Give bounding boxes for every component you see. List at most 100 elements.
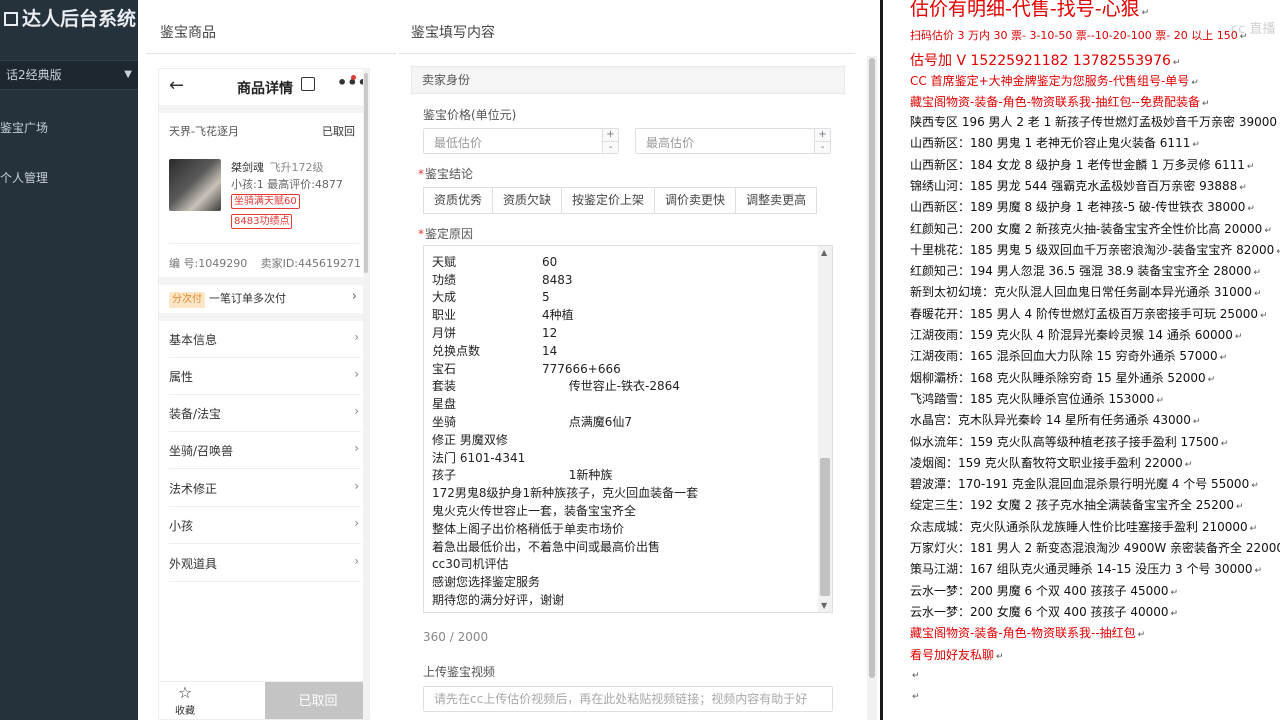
reason-line (432, 246, 816, 254)
paragraph-mark-icon: ↵ (1192, 417, 1201, 428)
minus-icon[interactable]: - (603, 141, 618, 153)
ad-line: 锦绣山河：185 男龙 544 强霸克水孟极妙音百万亲密 93888 ↵ (910, 177, 1247, 194)
min-price-stepper[interactable]: + - (602, 129, 618, 153)
share-icon[interactable] (301, 77, 315, 91)
installment-text: 一笔订单多次付 (209, 292, 286, 305)
scrollbar-thumb[interactable] (364, 73, 368, 273)
divider (159, 105, 365, 113)
close-icon[interactable]: × (242, 0, 260, 19)
reason-key: 套装 (432, 379, 457, 394)
sidebar: 达人后台系统 话2经典版 ▼ 鉴宝广场 个人管理 (0, 0, 138, 720)
ad-line: 绽定三生：192 女魔 2 孩子克水抽全满装备宝宝齐全 25200 ↵ (910, 496, 1244, 513)
ad-line: ↵ (910, 667, 920, 681)
reason-value: 法门 6101-4341 (432, 450, 526, 465)
reason-line: 整体上阁子出价格稍低于单卖市场价 (432, 521, 816, 539)
min-price-placeholder: 最低估价 (434, 136, 483, 150)
menu-item-mounts[interactable]: 坐骑/召唤兽 › (169, 432, 361, 469)
conclusion-button-sell-higher[interactable]: 调整卖更高 (735, 187, 818, 214)
reason-value: 1新种族 (542, 468, 613, 483)
reason-line: 期待您的满分好评，谢谢 (432, 592, 816, 610)
preview-scrollbar[interactable] (363, 69, 369, 719)
sidebar-item-appraisal-square[interactable]: 鉴宝广场 (0, 115, 138, 141)
conclusion-button-sell-faster[interactable]: 调价卖更快 (654, 187, 737, 214)
minus-icon[interactable]: - (815, 141, 830, 153)
max-price-input[interactable]: 最高估价 + - (635, 128, 831, 154)
paragraph-mark-icon: ↵ (1253, 268, 1261, 279)
retrieved-button[interactable]: 已取回 (265, 682, 369, 719)
reason-line: 法门 6101-4341 (432, 450, 816, 468)
plus-icon[interactable]: + (603, 129, 618, 141)
paragraph-mark-icon: ↵ (1276, 247, 1280, 257)
ad-line-text: 十里桃花：185 男鬼 5 级双回血千万亲密浪淘沙-装备宝宝齐 82000 (910, 242, 1275, 257)
paragraph-mark-icon: ↵ (1254, 289, 1262, 300)
reason-value: 整体上阁子出价格稍低于单卖市场价 (432, 521, 625, 536)
reason-line: 着急出最低价出，不着急中间或最高价出售 (432, 539, 816, 557)
reason-scrollbar[interactable]: ▲ ▼ (818, 246, 832, 612)
menu-item-appearance[interactable]: 外观道具 › (169, 545, 361, 582)
scroll-down-icon[interactable]: ▼ (821, 601, 827, 610)
conclusion-button-lacking[interactable]: 资质欠缺 (492, 187, 563, 214)
tag-merit: 8483功绩点 (231, 214, 293, 229)
reason-value: 着急出最低价出，不着急中间或最高价出售 (432, 539, 661, 554)
ad-line-text: 万家灯火：181 男人 2 新变态混浪淘沙 4900W 亲密装备齐全 22000… (910, 541, 1280, 555)
ad-line-text: 估价有明细-代售-找号-心狠 (910, 0, 1140, 20)
reason-key: 功绩 (432, 272, 457, 287)
max-price-stepper[interactable]: + - (814, 129, 830, 153)
menu-item-spell-mods[interactable]: 法术修正 › (169, 470, 361, 507)
menu-item-attributes[interactable]: 属性 › (169, 358, 361, 395)
reason-value: 60 (542, 254, 558, 269)
version-select-value: 话2经典版 (6, 68, 62, 82)
conclusion-button-list-at-price[interactable]: 按鉴定价上架 (561, 187, 656, 214)
paragraph-mark-icon: ↵ (1137, 630, 1146, 641)
conclusion-button-excellent[interactable]: 资质优秀 (423, 187, 494, 214)
seller-id: 卖家ID:445619271 (260, 257, 361, 270)
version-select[interactable]: 话2经典版 ▼ (0, 60, 138, 90)
paragraph-mark-icon: ↵ (912, 670, 920, 681)
chevron-right-icon: › (354, 554, 359, 568)
scrollbar-thumb[interactable] (820, 458, 830, 596)
ad-line-text: 水晶宫：克木队异光秦岭 14 星所有任务通杀 43000 (910, 413, 1191, 428)
reason-label: *鉴定原因 (418, 227, 474, 241)
reason-line: 孩子 1新种族 (432, 467, 816, 485)
chevron-right-icon: › (354, 479, 359, 493)
chevron-right-icon: › (354, 441, 359, 455)
sidebar-item-personal[interactable]: 个人管理 (0, 165, 138, 191)
reason-textarea[interactable]: 天赋 60 功绩 8483 大成 5 职业 4种植 月饼 12 兑换点数 14 宝石 777666+666… (423, 245, 833, 613)
form-scrollbar[interactable] (867, 56, 877, 720)
reason-line: 功绩 8483 (432, 272, 816, 290)
reason-value: 传世容止-铁衣-2864 (542, 379, 680, 394)
plus-icon[interactable]: + (815, 129, 830, 141)
scroll-up-icon[interactable]: ▲ (821, 248, 827, 257)
reason-value: 5 (542, 290, 550, 305)
ad-line: 藏宝阁物资-装备-角色-物资联系我-抽红包--免费配装备 ↵ (910, 93, 1210, 110)
brand-logo: 达人后台系统 (0, 4, 138, 38)
chevron-right-icon: › (351, 289, 357, 304)
conclusion-button-group: 资质优秀 资质欠缺 按鉴定价上架 调价卖更快 调整卖更高 (423, 187, 818, 214)
favorite-button[interactable]: ☆ 收藏 (171, 684, 199, 718)
paragraph-mark-icon: ↵ (1264, 225, 1272, 236)
ad-line: 藏宝阁物资-装备-角色-物资联系我--抽红包 ↵ (910, 624, 1145, 641)
installment-row[interactable]: 分次付 一笔订单多次付 (169, 290, 286, 308)
appraisal-modal: × 鉴宝商品 鉴宝填写内容 ← 商品详情 ••• 天界-飞花逐月 已取回 桀剑魂… (138, 0, 880, 720)
ad-line: 估号加 V 15225921182 13782553976 ↵ (910, 50, 1180, 70)
reason-value: 感谢您选择鉴定服务 (432, 575, 541, 590)
sidebar-item-label: 鉴宝广场 (0, 121, 49, 135)
menu-item-basic-info[interactable]: 基本信息 › (169, 321, 361, 358)
paragraph-mark-icon: ↵ (1220, 438, 1229, 449)
reason-value: 12 (542, 325, 558, 340)
paragraph-mark-icon: ↵ (1234, 332, 1243, 342)
ad-line-text: 扫码估价 3 万内 30 票- 3-10-50 票--10-20-100 票- … (910, 29, 1238, 42)
ad-line-text: 春暖花开：185 男人 4 阶传世燃灯孟极百万亲密接手可玩 25000 (910, 306, 1258, 321)
video-link-input[interactable]: 请先在cc上传估价视频后，再在此处粘贴视频链接；视频内容有助于好 (423, 686, 833, 712)
chevron-right-icon: › (354, 330, 359, 344)
back-arrow-icon[interactable]: ← (169, 75, 184, 96)
serial-number: 编 号:1049290 (169, 257, 248, 270)
brand-title: 达人后台系统 (22, 8, 137, 30)
paragraph-mark-icon: ↵ (1172, 58, 1181, 68)
menu-item-children[interactable]: 小孩 › (169, 507, 361, 544)
reason-value: 4种植 (542, 308, 574, 323)
scrollbar-thumb[interactable] (869, 58, 875, 678)
menu-item-equipment[interactable]: 装备/法宝 › (169, 395, 361, 432)
left-panel-title: 鉴宝商品 (160, 25, 216, 41)
min-price-input[interactable]: 最低估价 + - (423, 128, 619, 154)
